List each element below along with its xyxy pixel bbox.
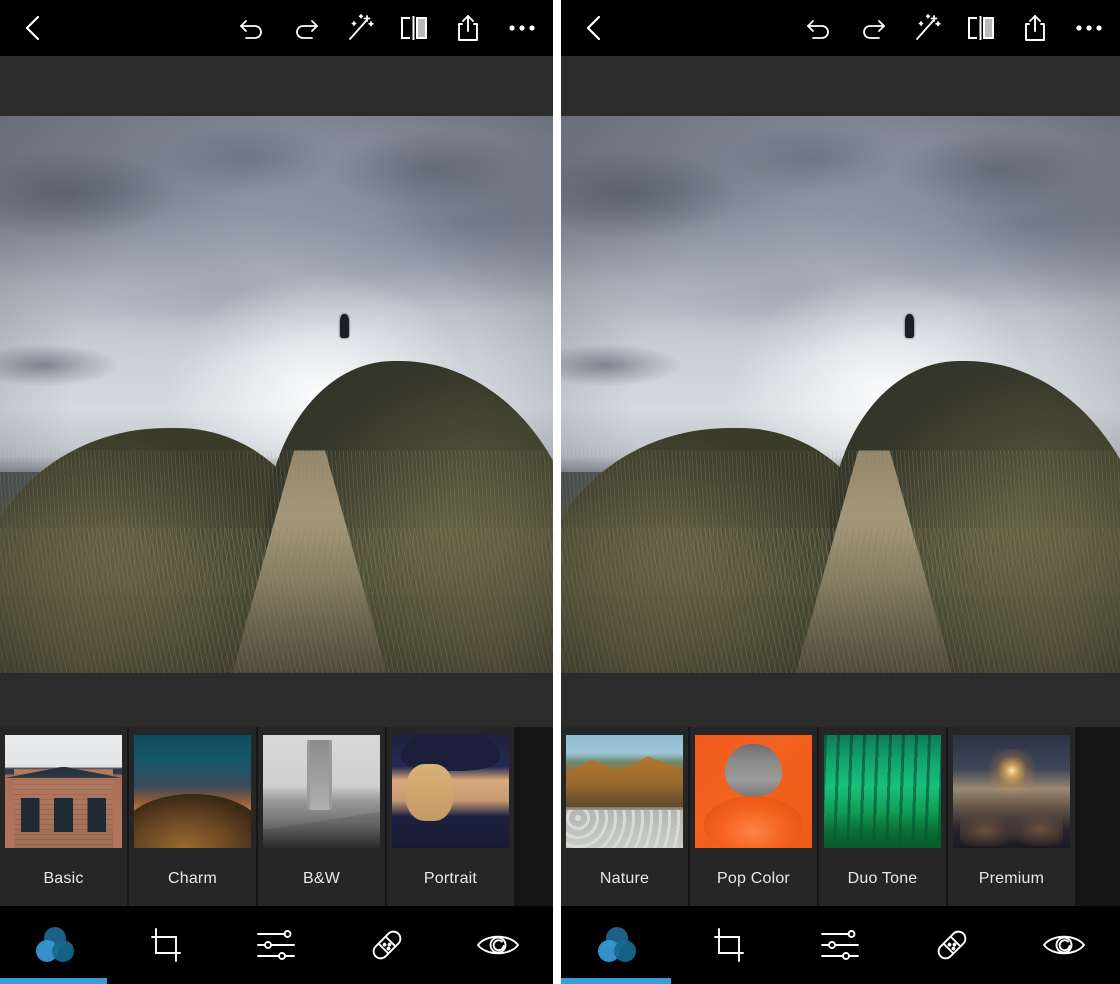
- top-toolbar: [561, 0, 1120, 56]
- eye-icon: [475, 929, 521, 961]
- redo-button[interactable]: [856, 11, 890, 45]
- share-button[interactable]: [1018, 11, 1052, 45]
- look-card-portrait[interactable]: Portrait: [387, 727, 514, 906]
- look-card-duo-tone[interactable]: Duo Tone: [819, 727, 946, 906]
- canvas-bottom-spacer: [561, 673, 1120, 727]
- bottom-toolbar: [561, 906, 1120, 984]
- look-card-charm[interactable]: Charm: [129, 727, 256, 906]
- redo-icon: [858, 15, 888, 41]
- look-label: Nature: [599, 870, 650, 887]
- look-label: Pop Color: [717, 870, 790, 887]
- sliders-icon: [819, 927, 861, 963]
- look-thumbnail-sparklers: [953, 735, 1070, 848]
- back-button[interactable]: [18, 13, 48, 43]
- compare-button[interactable]: [964, 11, 998, 45]
- back-button[interactable]: [579, 13, 609, 43]
- undo-button[interactable]: [802, 11, 836, 45]
- look-label: Duo Tone: [847, 870, 918, 887]
- look-label: Basic: [43, 870, 84, 887]
- redo-button[interactable]: [289, 11, 323, 45]
- looks-circles-icon: [594, 924, 640, 966]
- magic-wand-icon: [912, 13, 942, 43]
- bandage-icon: [931, 924, 973, 966]
- more-options-button[interactable]: [505, 11, 539, 45]
- look-label: Premium: [978, 870, 1045, 887]
- looks-strip[interactable]: Nature Pop Color Duo Tone Premium: [561, 727, 1120, 906]
- share-icon: [455, 13, 481, 43]
- crop-icon: [710, 926, 748, 964]
- eye-icon: [1041, 929, 1087, 961]
- look-thumbnail-portrait: [392, 735, 509, 848]
- share-button[interactable]: [451, 11, 485, 45]
- looks-circles-icon: [32, 924, 78, 966]
- top-toolbar: [0, 0, 553, 56]
- look-thumbnail-bridge-bw: [263, 735, 380, 848]
- before-after-icon: [398, 13, 430, 43]
- tab-adjustments[interactable]: [785, 906, 897, 984]
- look-card-basic[interactable]: Basic: [0, 727, 127, 906]
- share-icon: [1022, 13, 1048, 43]
- left-screen: Basic Charm B&W Portrait: [0, 0, 553, 984]
- bandage-icon: [366, 924, 408, 966]
- looks-strip[interactable]: Basic Charm B&W Portrait: [0, 727, 553, 906]
- undo-icon: [237, 15, 267, 41]
- look-label: Portrait: [423, 870, 478, 887]
- more-options-icon: [1074, 23, 1104, 33]
- look-card-nature[interactable]: Nature: [561, 727, 688, 906]
- chevron-left-icon: [583, 13, 605, 43]
- top-toolbar-actions: [802, 11, 1106, 45]
- photo-canvas[interactable]: [0, 116, 553, 673]
- tab-looks[interactable]: [0, 906, 111, 984]
- undo-icon: [804, 15, 834, 41]
- dual-screenshot-container: Basic Charm B&W Portrait Nature Pop Colo…: [0, 0, 1120, 984]
- look-thumbnail-orange-smoke: [695, 735, 812, 848]
- more-options-icon: [507, 23, 537, 33]
- look-card-premium[interactable]: Premium: [948, 727, 1075, 906]
- look-thumbnail-green-forest: [824, 735, 941, 848]
- crop-icon: [147, 926, 185, 964]
- photo-walking-figure: [340, 313, 350, 338]
- tab-red-eye[interactable]: [442, 906, 553, 984]
- redo-icon: [291, 15, 321, 41]
- photo-grass-foreground: [561, 528, 1120, 673]
- look-label: B&W: [302, 870, 341, 887]
- tab-red-eye[interactable]: [1008, 906, 1120, 984]
- tab-heal[interactable]: [896, 906, 1008, 984]
- tab-heal[interactable]: [332, 906, 443, 984]
- look-card-pop-color[interactable]: Pop Color: [690, 727, 817, 906]
- look-thumbnail-brick-house: [5, 735, 122, 848]
- active-tab-indicator: [561, 978, 671, 984]
- compare-button[interactable]: [397, 11, 431, 45]
- more-options-button[interactable]: [1072, 11, 1106, 45]
- bottom-toolbar: [0, 906, 553, 984]
- top-toolbar-actions: [235, 11, 539, 45]
- look-card-bw[interactable]: B&W: [258, 727, 385, 906]
- auto-enhance-button[interactable]: [343, 11, 377, 45]
- tab-looks[interactable]: [561, 906, 673, 984]
- panel-divider: [553, 0, 561, 984]
- canvas-top-spacer: [0, 56, 553, 116]
- tab-crop[interactable]: [673, 906, 785, 984]
- look-thumbnail-autumn-river: [566, 735, 683, 848]
- magic-wand-icon: [345, 13, 375, 43]
- photo-canvas[interactable]: [561, 116, 1120, 673]
- undo-button[interactable]: [235, 11, 269, 45]
- canvas-bottom-spacer: [0, 673, 553, 727]
- tab-adjustments[interactable]: [221, 906, 332, 984]
- before-after-icon: [965, 13, 997, 43]
- sliders-icon: [255, 927, 297, 963]
- photo-grass-foreground: [0, 528, 553, 673]
- tab-crop[interactable]: [111, 906, 222, 984]
- look-label: Charm: [167, 870, 217, 887]
- active-tab-indicator: [0, 978, 107, 984]
- look-thumbnail-sunset-mountain: [134, 735, 251, 848]
- auto-enhance-button[interactable]: [910, 11, 944, 45]
- photo-walking-figure: [904, 313, 914, 338]
- chevron-left-icon: [22, 13, 44, 43]
- canvas-top-spacer: [561, 56, 1120, 116]
- right-screen: Nature Pop Color Duo Tone Premium: [561, 0, 1120, 984]
